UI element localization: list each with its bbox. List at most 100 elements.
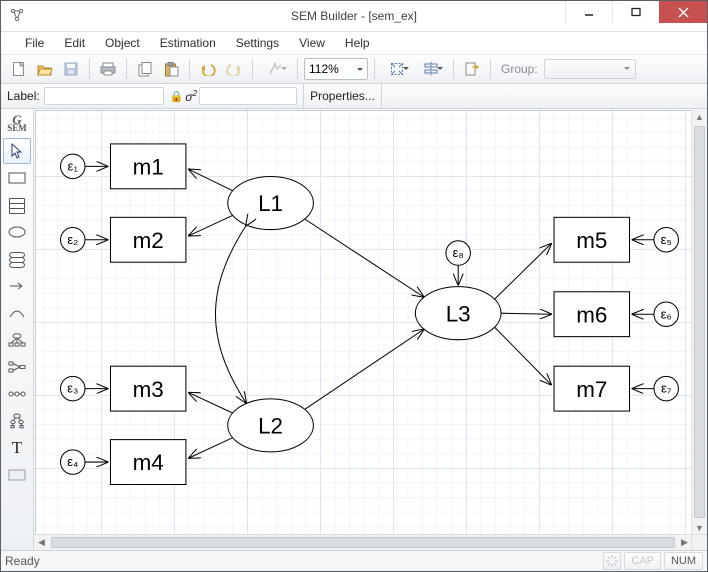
close-button[interactable] — [659, 1, 707, 23]
measurement-tool[interactable] — [3, 327, 31, 353]
covariance-arc-tool[interactable] — [3, 300, 31, 326]
frame-tool[interactable] — [3, 462, 31, 488]
latent-L3[interactable]: L3 — [415, 287, 501, 340]
menu-estimation[interactable]: Estimation — [152, 34, 224, 52]
observed-m3[interactable]: m3 — [110, 366, 185, 411]
regression-tool[interactable] — [3, 354, 31, 380]
workarea: GSEM T — [1, 109, 707, 550]
zoom-dropdown-icon[interactable] — [353, 60, 367, 78]
undo-button[interactable] — [196, 57, 220, 81]
label-input[interactable] — [44, 87, 164, 105]
deselect-button[interactable] — [460, 57, 484, 81]
menu-settings[interactable]: Settings — [228, 34, 287, 52]
selection-arrow-tool[interactable] — [3, 138, 31, 164]
redo-button[interactable] — [222, 57, 246, 81]
group-dropdown[interactable] — [544, 59, 636, 79]
latent-oval-tool[interactable] — [3, 219, 31, 245]
maximize-button[interactable] — [612, 1, 659, 23]
scroll-up-icon[interactable]: ▲ — [692, 109, 707, 124]
path-L2-m3[interactable] — [189, 393, 233, 413]
print-button[interactable] — [96, 57, 120, 81]
diagram-canvas[interactable]: m1 m2 m3 m4 m5 m6 m7 L1 L2 L3 ε₁ ε₂ ε₃ ε… — [34, 109, 707, 550]
gsem-toggle[interactable]: GSEM — [3, 111, 31, 137]
svg-text:ε₁: ε₁ — [68, 158, 79, 173]
tool-palette: GSEM T — [1, 109, 34, 550]
error-e5[interactable]: ε₅ — [654, 228, 678, 252]
error-e7[interactable]: ε₇ — [654, 376, 678, 400]
scroll-left-icon[interactable]: ◀ — [34, 535, 49, 550]
zoom-fit-button[interactable] — [381, 57, 413, 81]
multilevel-tool[interactable] — [3, 381, 31, 407]
error-e3[interactable]: ε₃ — [61, 376, 85, 400]
estimate-button[interactable] — [259, 57, 291, 81]
path-L3-m6[interactable] — [501, 313, 551, 314]
observed-m1[interactable]: m1 — [110, 144, 185, 189]
status-text: Ready — [5, 554, 40, 568]
tree-tool[interactable] — [3, 408, 31, 434]
svg-text:ε₇: ε₇ — [661, 381, 672, 396]
scroll-right-icon[interactable]: ▶ — [677, 535, 692, 550]
statusbar: Ready CAP NUM — [1, 550, 707, 571]
properties-link[interactable]: Properties... — [310, 89, 375, 103]
path-L1-L3[interactable] — [305, 219, 423, 296]
observed-rect-tool[interactable] — [3, 165, 31, 191]
sigma-squared-icon: σ2 — [185, 89, 197, 104]
svg-text:ε₃: ε₃ — [67, 381, 78, 396]
latent-L1[interactable]: L1 — [228, 177, 314, 230]
cov-L1-L2[interactable] — [216, 225, 247, 402]
vertical-scrollbar[interactable]: ▲ ▼ — [691, 109, 707, 535]
minimize-button[interactable] — [565, 1, 612, 23]
lock-icon[interactable]: 🔒 — [170, 90, 184, 103]
menu-help[interactable]: Help — [337, 34, 378, 52]
path-tool[interactable] — [3, 273, 31, 299]
error-e2[interactable]: ε₂ — [61, 228, 85, 252]
menu-file[interactable]: File — [17, 34, 52, 52]
error-e4[interactable]: ε₄ — [61, 450, 85, 474]
status-cap: CAP — [624, 552, 661, 570]
svg-text:ε₅: ε₅ — [661, 232, 672, 247]
observed-m5[interactable]: m5 — [554, 217, 629, 262]
latent-L2[interactable]: L2 — [228, 399, 314, 452]
observed-m6[interactable]: m6 — [554, 292, 629, 337]
menu-edit[interactable]: Edit — [56, 34, 93, 52]
svg-text:m1: m1 — [133, 155, 164, 180]
properties-bar: Label: 🔒 σ2 Properties... — [1, 84, 707, 109]
save-button[interactable] — [59, 57, 83, 81]
zoom-combo[interactable] — [304, 58, 368, 80]
error-e8[interactable]: ε₈ — [446, 241, 470, 265]
menu-view[interactable]: View — [291, 34, 333, 52]
main-toolbar: Group: — [1, 55, 707, 84]
path-L1-m2[interactable] — [189, 215, 233, 235]
svg-text:m3: m3 — [133, 377, 164, 402]
observed-stack-tool[interactable] — [3, 192, 31, 218]
svg-text:ε₂: ε₂ — [67, 232, 78, 247]
observed-m7[interactable]: m7 — [554, 366, 629, 411]
canvas-area: m1 m2 m3 m4 m5 m6 m7 L1 L2 L3 ε₁ ε₂ ε₃ ε… — [34, 109, 707, 550]
error-e6[interactable]: ε₆ — [654, 302, 678, 326]
observed-m4[interactable]: m4 — [110, 440, 185, 485]
text-tool[interactable]: T — [3, 435, 31, 461]
v-scroll-thumb[interactable] — [694, 126, 705, 518]
path-L3-m5[interactable] — [495, 244, 551, 299]
latent-stack-tool[interactable] — [3, 246, 31, 272]
open-button[interactable] — [33, 57, 57, 81]
path-L2-m4[interactable] — [189, 438, 233, 458]
svg-text:m5: m5 — [576, 228, 607, 253]
copy-button[interactable] — [133, 57, 157, 81]
sigma-input[interactable] — [199, 87, 297, 105]
align-button[interactable] — [415, 57, 447, 81]
paste-button[interactable] — [159, 57, 183, 81]
zoom-input[interactable] — [305, 62, 353, 76]
horizontal-scrollbar[interactable]: ◀ ▶ — [34, 534, 692, 550]
observed-m2[interactable]: m2 — [110, 217, 185, 262]
new-button[interactable] — [7, 57, 31, 81]
menu-object[interactable]: Object — [97, 34, 148, 52]
error-e1[interactable]: ε₁ — [61, 154, 85, 178]
path-L3-m7[interactable] — [495, 327, 551, 384]
scroll-down-icon[interactable]: ▼ — [692, 520, 707, 535]
svg-text:L2: L2 — [258, 414, 283, 439]
h-scroll-thumb[interactable] — [51, 537, 675, 548]
path-L2-L3[interactable] — [305, 330, 423, 410]
path-L1-m1[interactable] — [189, 169, 233, 190]
app-window: SEM Builder - [sem_ex] File Edit Object … — [0, 0, 708, 572]
